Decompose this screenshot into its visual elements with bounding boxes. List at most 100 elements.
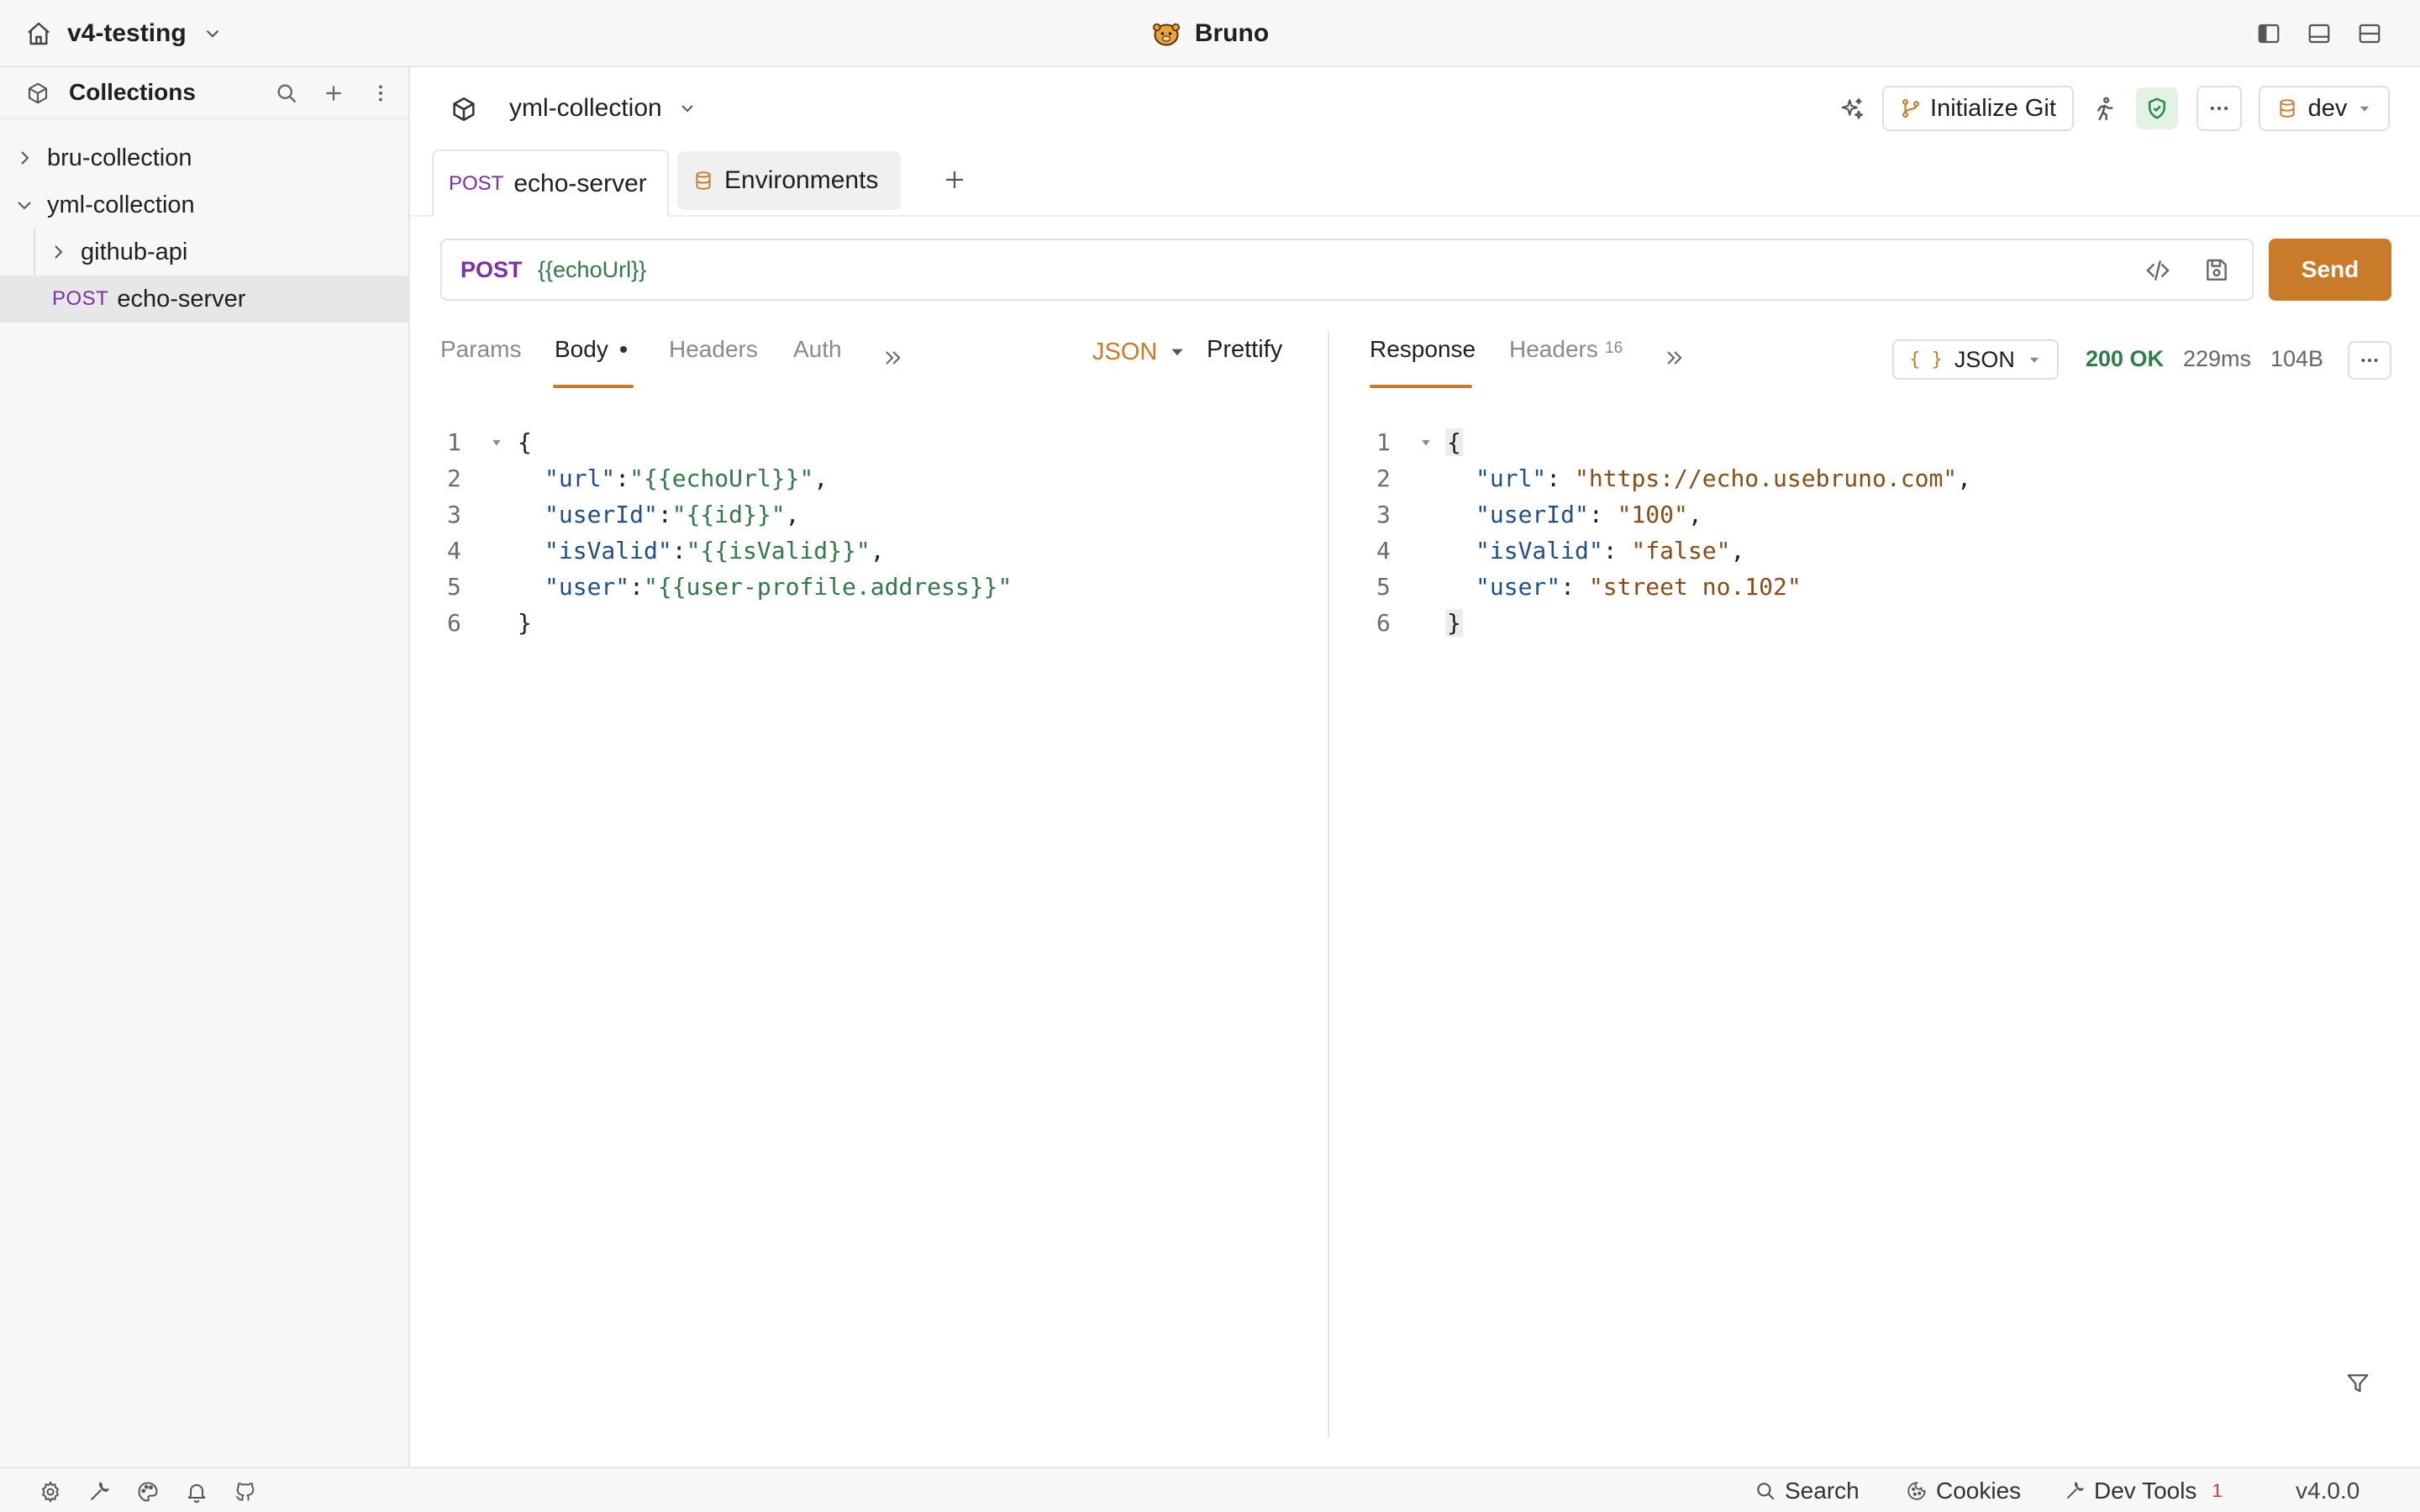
sidebar-item-yml-collection[interactable]: yml-collection: [0, 181, 408, 228]
environment-selector[interactable]: dev: [2259, 86, 2390, 131]
search-icon: [1754, 1480, 1776, 1502]
chevrons-right-icon[interactable]: [1659, 343, 1689, 373]
pane-divider[interactable]: [1328, 331, 1329, 1438]
sidebar-header: Collections: [0, 67, 408, 119]
tab-label: Environments: [724, 166, 879, 194]
active-tab-underline: [1370, 385, 1472, 388]
code-generate-icon[interactable]: [2141, 254, 2175, 287]
statusbar-search[interactable]: Search: [1754, 1468, 1860, 1512]
title-bar: v4-testing Bruno: [0, 0, 2420, 67]
sidebar-item-github-api[interactable]: github-api: [0, 228, 408, 276]
database-icon: [2276, 97, 2298, 119]
tab-label: echo-server: [513, 170, 647, 197]
code-line: "userId":"{{id}}",: [544, 501, 800, 528]
line-number: 6: [1376, 609, 1391, 637]
chevron-right-icon: [12, 145, 37, 171]
workspace-name: v4-testing: [67, 19, 187, 47]
chevrons-right-icon[interactable]: [877, 343, 908, 373]
code-line: }: [518, 609, 532, 637]
shield-check-icon: [2144, 96, 2170, 121]
collection-cube-icon: [447, 92, 481, 126]
gear-icon[interactable]: [37, 1478, 64, 1505]
code-line: "isValid":"{{isValid}}",: [544, 537, 885, 564]
git-branch-icon: [1900, 97, 1922, 119]
wrench-icon[interactable]: [86, 1478, 113, 1505]
more-options-button[interactable]: [2196, 86, 2242, 131]
app-version: v4.0.0: [2296, 1478, 2360, 1504]
chevron-down-icon: [12, 192, 37, 218]
new-tab-plus-icon[interactable]: [938, 163, 971, 197]
body-mode-select[interactable]: JSON: [1092, 336, 1186, 368]
wrench-icon: [2064, 1480, 2086, 1502]
caret-down-icon: [1169, 344, 1186, 360]
status-bar: Search Cookies Dev Tools 1 v4.0.0: [0, 1467, 2420, 1512]
url-input[interactable]: {{echoUrl}}: [538, 257, 646, 283]
statusbar-cookies[interactable]: Cookies: [1906, 1468, 2021, 1512]
workspace-switcher[interactable]: v4-testing: [67, 0, 224, 67]
chevron-down-icon: [202, 23, 224, 45]
add-collection-icon[interactable]: [319, 79, 348, 108]
tabs-divider: [410, 215, 2420, 217]
tab-environments[interactable]: Environments: [677, 151, 901, 210]
fold-caret-icon[interactable]: [1420, 437, 1432, 449]
tab-response-headers[interactable]: Headers: [1509, 336, 1598, 363]
search-icon[interactable]: [272, 79, 301, 108]
line-number: 2: [447, 465, 461, 492]
code-line: "url": "https://echo.usebruno.com",: [1476, 465, 1972, 492]
line-number: 4: [447, 537, 461, 564]
shield-check-button[interactable]: [2136, 87, 2178, 129]
body-mode-label: JSON: [1092, 338, 1158, 365]
line-number: 3: [1376, 501, 1391, 528]
filter-icon[interactable]: [2341, 1366, 2375, 1399]
statusbar-cookies-label: Cookies: [1936, 1478, 2022, 1504]
toggle-layout-icon[interactable]: [2354, 18, 2385, 49]
bell-icon[interactable]: [183, 1478, 210, 1505]
code-line: {: [518, 428, 532, 456]
caret-down-icon: [2357, 101, 2372, 116]
line-number: 1: [1376, 428, 1391, 456]
toggle-sidebar-icon[interactable]: [2254, 18, 2284, 49]
sidebar-item-bru-collection[interactable]: bru-collection: [0, 134, 408, 181]
toggle-bottom-panel-icon[interactable]: [2304, 18, 2334, 49]
line-number: 6: [447, 609, 461, 637]
request-method[interactable]: POST: [460, 257, 523, 283]
send-button[interactable]: Send: [2269, 239, 2391, 301]
save-icon[interactable]: [2200, 254, 2233, 287]
fold-caret-icon[interactable]: [491, 437, 502, 449]
statusbar-devtools[interactable]: Dev Tools 1: [2064, 1468, 2223, 1512]
tab-body[interactable]: Body: [555, 336, 608, 363]
response-size: 104B: [2270, 346, 2324, 371]
tab-auth[interactable]: Auth: [793, 336, 842, 363]
sidebar: Collections bru-collection yml-collectio…: [0, 67, 410, 1467]
response-more-button[interactable]: [2348, 341, 2391, 380]
bruno-logo-icon: [1151, 18, 1181, 49]
more-horizontal-icon: [2207, 97, 2231, 120]
runner-icon[interactable]: [2087, 92, 2121, 126]
initialize-git-button[interactable]: Initialize Git: [1882, 86, 2074, 131]
github-icon[interactable]: [232, 1478, 259, 1505]
code-line: "user":"{{user-profile.address}}": [544, 573, 1013, 601]
tab-echo-server[interactable]: POST echo-server: [432, 150, 669, 217]
chevron-down-icon: [677, 98, 697, 118]
line-number: 5: [1376, 573, 1391, 601]
response-format-select[interactable]: { } JSON: [1892, 339, 2059, 380]
code-line: "user": "street no.102": [1476, 573, 1802, 601]
tab-method-badge: POST: [449, 172, 504, 195]
collection-switcher[interactable]: yml-collection: [509, 91, 697, 126]
tab-response[interactable]: Response: [1370, 336, 1476, 363]
sparkles-icon[interactable]: [1835, 92, 1869, 126]
response-time: 229ms: [2183, 346, 2252, 371]
sidebar-item-label: bru-collection: [47, 144, 192, 171]
tab-headers[interactable]: Headers: [669, 336, 758, 363]
status-code: 200 OK: [2086, 346, 2165, 371]
headers-count-badge: 16: [1605, 339, 1623, 357]
line-number: 4: [1376, 537, 1391, 564]
sidebar-item-echo-server[interactable]: POST echo-server: [0, 276, 408, 323]
code-line: "isValid": "false",: [1476, 537, 1745, 564]
request-body-editor[interactable]: 1 { 2 "url":"{{echoUrl}}", 3 "userId":"{…: [447, 428, 1304, 647]
tab-params[interactable]: Params: [440, 336, 521, 363]
more-vertical-icon[interactable]: [366, 79, 395, 108]
palette-icon[interactable]: [134, 1478, 161, 1505]
home-icon[interactable]: [24, 18, 54, 49]
prettify-button[interactable]: Prettify: [1207, 336, 1282, 364]
